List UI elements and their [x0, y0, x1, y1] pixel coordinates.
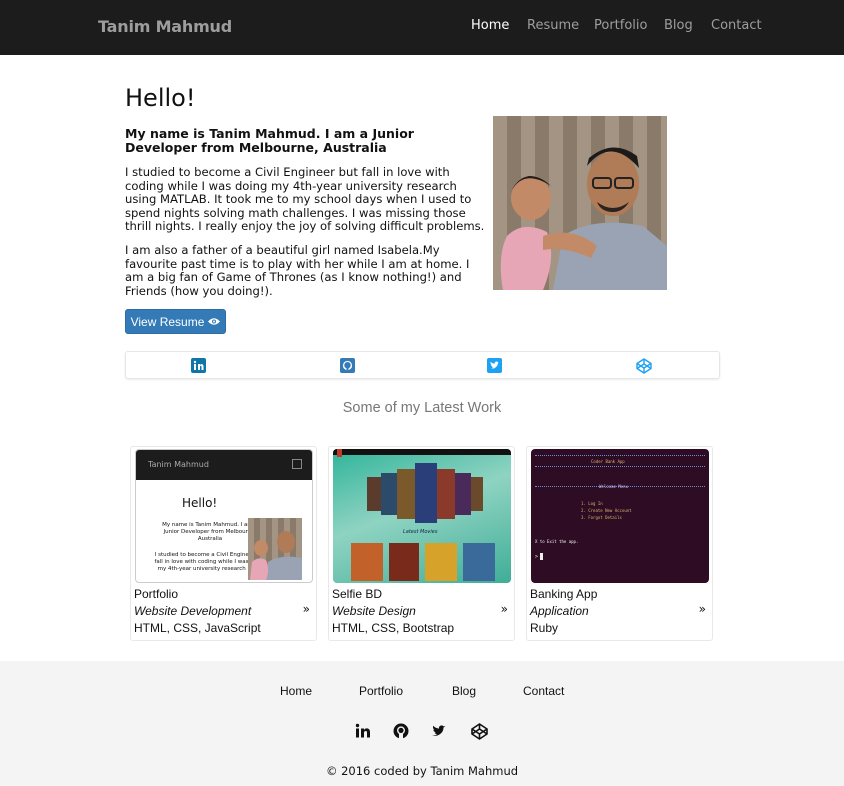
intro-subheading: My name is Tanim Mahmud. I am a Junior D…	[125, 126, 414, 155]
nav-portfolio[interactable]: Portfolio	[594, 18, 647, 33]
profile-photo	[493, 116, 667, 290]
twitter-icon[interactable]	[431, 723, 447, 739]
linkedin-icon[interactable]	[191, 358, 206, 373]
linkedin-icon[interactable]	[355, 723, 371, 739]
chevron-right-icon[interactable]: »	[501, 602, 508, 616]
codepen-icon[interactable]	[636, 358, 652, 374]
thumb-line-1: Coder Bank App	[591, 459, 625, 464]
nav-contact[interactable]: Contact	[711, 18, 762, 33]
thumb-prompt: >	[535, 554, 539, 560]
card-tech: Ruby	[530, 621, 559, 635]
nav-resume[interactable]: Resume	[527, 18, 579, 33]
brand-logo[interactable]: Tanim Mahmud	[98, 17, 232, 36]
thumb-opt-1: 1. Log In	[581, 501, 603, 506]
card-title: Portfolio	[134, 587, 179, 601]
twitter-icon[interactable]	[487, 358, 502, 373]
card-category: Website Design	[332, 604, 416, 618]
cursor	[540, 553, 543, 560]
eye-icon	[208, 315, 221, 329]
intro-paragraph-2: I am also a father of a beautiful girl n…	[125, 243, 470, 298]
nav-home[interactable]: Home	[471, 18, 509, 33]
thumb-exit: X to Exit the app.	[535, 539, 579, 544]
view-resume-label: View Resume	[130, 314, 205, 329]
footer-contact[interactable]: Contact	[523, 684, 564, 698]
work-card-banking-app[interactable]: Coder Bank App Welcome Menu 1. Log In 2.…	[526, 446, 713, 641]
footer: Home Portfolio Blog Contact © 2016 coded…	[0, 661, 844, 786]
thumb-opt-3: 3. Forgot Details	[581, 515, 622, 520]
card-category: Website Development	[134, 604, 252, 618]
chevron-right-icon[interactable]: »	[303, 602, 310, 616]
movie-grid	[351, 543, 495, 581]
thumb-photo	[248, 518, 302, 580]
intro-paragraph-1: I studied to become a Civil Engineer but…	[125, 165, 485, 233]
work-card-selfie-bd[interactable]: Latest Movies Selfie BD Website Design H…	[328, 446, 515, 641]
latest-work-title: Some of my Latest Work	[342, 400, 502, 416]
card-title: Banking App	[530, 587, 598, 601]
banking-app-thumbnail: Coder Bank App Welcome Menu 1. Log In 2.…	[531, 449, 709, 583]
selfie-bd-thumbnail: Latest Movies	[333, 449, 511, 583]
copyright-text: © 2016 coded by Tanim Mahmud	[325, 764, 519, 778]
thumb-brand: Tanim Mahmud	[148, 460, 209, 469]
github-icon[interactable]	[393, 723, 409, 739]
footer-blog[interactable]: Blog	[452, 684, 476, 698]
thumb-opt-2: 2. Create New Account	[581, 508, 632, 513]
thumb-line-2: Welcome Menu	[599, 484, 628, 489]
codepen-icon[interactable]	[471, 723, 488, 740]
page-title: Hello!	[125, 84, 196, 112]
card-tech: HTML, CSS, Bootstrap	[332, 621, 455, 635]
hamburger-icon	[292, 459, 302, 469]
github-icon[interactable]	[340, 358, 355, 373]
navbar: Tanim Mahmud Home Resume Portfolio Blog …	[0, 0, 844, 55]
card-category: Application	[530, 604, 589, 618]
view-resume-button[interactable]: View Resume	[125, 309, 226, 334]
card-tech: HTML, CSS, JavaScript	[134, 621, 261, 635]
work-card-portfolio[interactable]: Tanim Mahmud Hello! My name is Tanim Mah…	[130, 446, 317, 641]
thumb-caption: Latest Movies	[403, 529, 438, 535]
footer-portfolio[interactable]: Portfolio	[359, 684, 403, 698]
social-bar	[125, 351, 720, 379]
thumb-hello: Hello!	[182, 496, 218, 510]
footer-home[interactable]: Home	[280, 684, 312, 698]
portfolio-thumbnail: Tanim Mahmud Hello! My name is Tanim Mah…	[135, 449, 313, 583]
nav-blog[interactable]: Blog	[664, 18, 693, 33]
chevron-right-icon[interactable]: »	[699, 602, 706, 616]
card-title: Selfie BD	[332, 587, 383, 601]
movie-carousel	[367, 463, 483, 523]
